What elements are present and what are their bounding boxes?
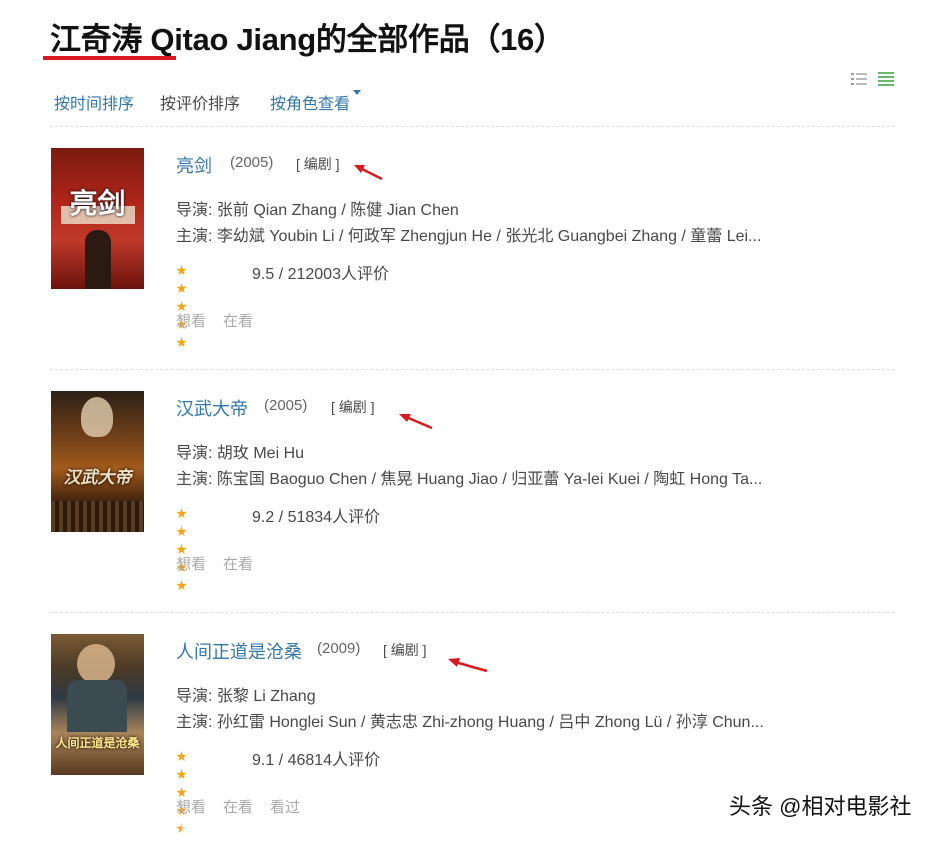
work-item: 人间正道是沧桑 人间正道是沧桑 (2009) [ 编剧 ] 导演: 张黎 Li … xyxy=(50,634,895,854)
poster-title: 亮剑 xyxy=(69,188,126,219)
star-icon xyxy=(176,265,187,276)
view-by-role-dropdown[interactable]: 按角色查看 xyxy=(270,90,362,114)
red-arrow-icon xyxy=(448,658,488,673)
want-to-watch-link[interactable]: 想看 xyxy=(176,553,206,574)
work-cast: 主演: 李幼斌 Youbin Li / 何政军 Zhengjun He / 张光… xyxy=(176,228,762,245)
star-icon xyxy=(176,526,187,537)
watched-link[interactable]: 看过 xyxy=(270,796,300,817)
rating-text: 9.2 / 51834人评价 xyxy=(252,509,381,526)
want-to-watch-link[interactable]: 想看 xyxy=(176,796,206,817)
divider xyxy=(50,369,895,370)
list-view-icon[interactable] xyxy=(851,72,867,87)
red-arrow-icon xyxy=(354,165,383,181)
divider xyxy=(50,126,895,127)
page-title: 江奇涛 Qitao Jiang的全部作品（16） xyxy=(50,22,565,57)
work-title-link[interactable]: 汉武大帝 xyxy=(176,395,248,421)
work-role: [ 编剧 ] xyxy=(296,156,340,172)
sort-by-time-link[interactable]: 按时间排序 xyxy=(54,90,134,114)
compact-view-icon[interactable] xyxy=(878,72,894,87)
want-to-watch-link[interactable]: 想看 xyxy=(176,310,206,331)
title-underline xyxy=(43,56,176,60)
star-icon xyxy=(176,580,187,591)
work-year: (2009) xyxy=(317,640,361,657)
work-item: 汉武大帝 汉武大帝 (2005) [ 编剧 ] 导演: 胡玫 Mei Hu 主演… xyxy=(50,391,895,611)
work-cast: 主演: 孙红雷 Honglei Sun / 黄志忠 Zhi-zhong Huan… xyxy=(176,714,764,731)
work-role: [ 编剧 ] xyxy=(331,399,375,415)
work-item: 亮剑 亮剑 (2005) [ 编剧 ] 导演: 张前 Qian Zhang / … xyxy=(50,148,895,368)
watching-link[interactable]: 在看 xyxy=(223,553,253,574)
poster[interactable]: 亮剑 xyxy=(51,148,144,289)
rating-stars xyxy=(176,506,188,591)
rating-stars xyxy=(176,749,188,834)
poster[interactable]: 人间正道是沧桑 xyxy=(51,634,144,775)
star-icon xyxy=(176,283,187,294)
poster-title: 汉武大帝 xyxy=(63,468,132,487)
star-icon xyxy=(176,769,187,780)
watching-link[interactable]: 在看 xyxy=(223,796,253,817)
rating-text: 9.1 / 46814人评价 xyxy=(252,752,381,769)
watermark: 头条 @相对电影社 xyxy=(729,794,912,819)
work-title-link[interactable]: 人间正道是沧桑 xyxy=(176,638,302,664)
view-by-role-label: 按角色查看 xyxy=(270,96,351,113)
work-year: (2005) xyxy=(264,397,308,414)
work-director: 导演: 胡玫 Mei Hu xyxy=(176,445,305,462)
work-title-link[interactable]: 亮剑 xyxy=(176,152,212,178)
sort-by-rating-link[interactable]: 按评价排序 xyxy=(160,90,240,114)
star-icon xyxy=(176,508,187,519)
red-arrow-icon xyxy=(399,414,433,430)
work-year: (2005) xyxy=(230,154,274,171)
poster-title: 人间正道是沧桑 xyxy=(55,736,140,750)
work-director: 导演: 张黎 Li Zhang xyxy=(176,688,316,705)
star-icon xyxy=(176,823,187,834)
star-icon xyxy=(176,337,187,348)
work-cast: 主演: 陈宝国 Baoguo Chen / 焦晃 Huang Jiao / 归亚… xyxy=(176,471,763,488)
poster[interactable]: 汉武大帝 xyxy=(51,391,144,532)
work-role: [ 编剧 ] xyxy=(383,642,427,658)
rating-text: 9.5 / 212003人评价 xyxy=(252,266,389,283)
divider xyxy=(50,612,895,613)
star-icon xyxy=(176,751,187,762)
work-director: 导演: 张前 Qian Zhang / 陈健 Jian Chen xyxy=(176,202,459,219)
rating-stars xyxy=(176,263,188,348)
caret-down-icon xyxy=(353,90,362,95)
watching-link[interactable]: 在看 xyxy=(223,310,253,331)
